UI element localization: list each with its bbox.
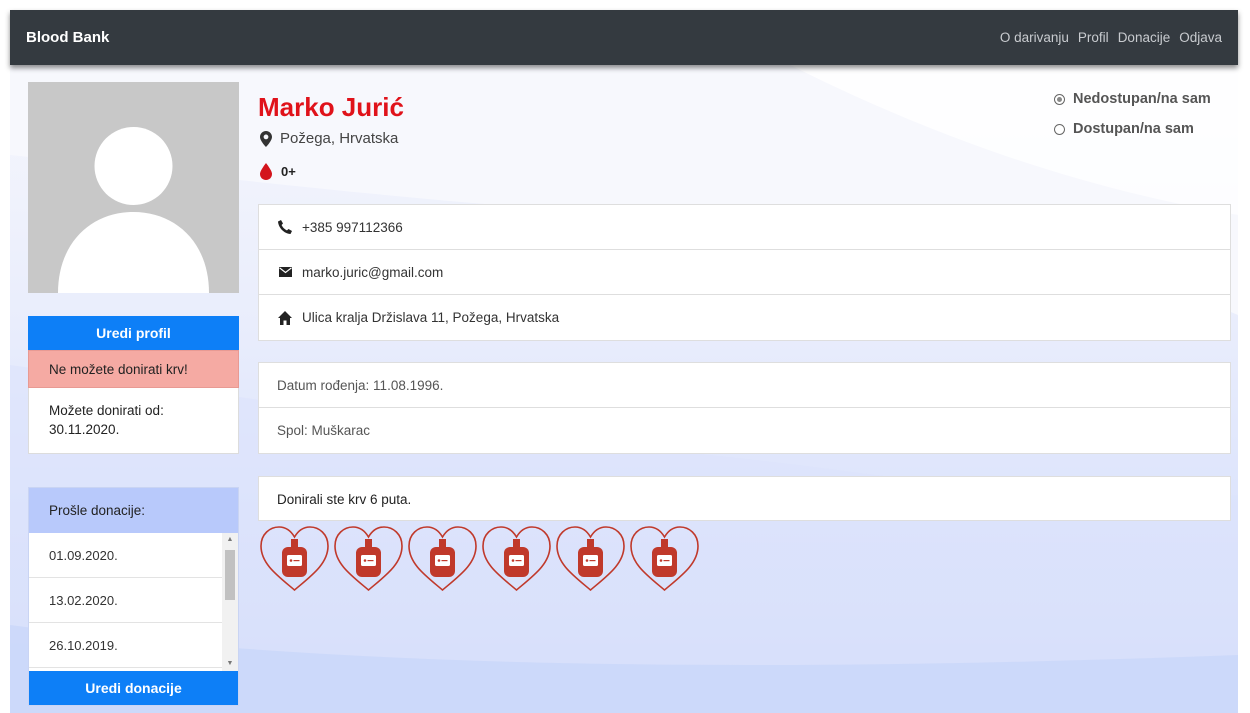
nav-link-o-darivanju[interactable]: O darivanju [1000, 30, 1069, 45]
radio-available[interactable]: Dostupan/na sam [1054, 118, 1211, 140]
heart-blood-bag-icon [628, 524, 701, 594]
contact-address-row: Ulica kralja Držislava 11, Požega, Hrvat… [259, 295, 1230, 340]
contact-phone-row: +385 997112366 [259, 205, 1230, 250]
address-text: Ulica kralja Držislava 11, Požega, Hrvat… [302, 310, 560, 325]
blood-drop-icon [258, 162, 274, 180]
nav-link-odjava[interactable]: Odjava [1179, 30, 1222, 45]
gender-row: Spol: Muškarac [277, 423, 371, 438]
past-donations-card: Prošle donacije: 01.09.2020. 13.02.2020.… [28, 487, 239, 706]
profile-status-card: Uredi profil Ne možete donirati krv! Mož… [28, 316, 239, 454]
location-text: Požega, Hrvatska [280, 130, 399, 147]
profile-name: Marko Jurić [258, 92, 404, 122]
avatar [28, 82, 239, 293]
nav-link-profil[interactable]: Profil [1078, 30, 1109, 45]
brand-logo[interactable]: Blood Bank [26, 29, 109, 46]
list-item[interactable]: 26.10.2019. [29, 623, 224, 668]
radio-unavailable[interactable]: Nedostupan/na sam [1054, 88, 1211, 110]
scroll-up-arrow-icon[interactable]: ▲ [222, 533, 238, 547]
envelope-icon [277, 264, 293, 280]
can-donate-from-text: Možete donirati od: 30.11.2020. [28, 388, 239, 454]
phone-text: +385 997112366 [302, 219, 403, 235]
past-donations-title: Prošle donacije: [29, 488, 238, 533]
top-navbar: Blood Bank O darivanju Profil Donacije O… [10, 10, 1238, 65]
list-item[interactable]: 13.02.2020. [29, 578, 224, 623]
heart-blood-bag-icon [480, 524, 553, 594]
nav-links: O darivanju Profil Donacije Odjava [1000, 30, 1222, 45]
profile-location: Požega, Hrvatska [258, 130, 398, 147]
radio-button-checked[interactable] [1054, 93, 1065, 105]
email-text: marko.juric@gmail.com [302, 264, 444, 280]
contact-list: +385 997112366 marko.juric@gmail.com Uli… [258, 204, 1231, 341]
availability-radio-group: Nedostupan/na sam Dostupan/na sam [1054, 88, 1211, 148]
heart-blood-bag-icon [406, 524, 479, 594]
radio-label: Dostupan/na sam [1073, 121, 1194, 137]
heart-blood-bag-icon [332, 524, 405, 594]
map-pin-icon [258, 130, 274, 147]
blood-type: 0+ [258, 162, 296, 180]
scrollbar[interactable]: ▲ ▼ [222, 533, 238, 671]
birth-date-row: Datum rođenja: 11.08.1996. [259, 363, 1230, 408]
user-silhouette-icon [28, 82, 239, 293]
donation-count-text: Donirali ste krv 6 puta. [258, 476, 1231, 521]
contact-email-row: marko.juric@gmail.com [259, 250, 1230, 295]
past-donations-list: 01.09.2020. 13.02.2020. 26.10.2019. ▲ ▼ [29, 533, 238, 671]
home-icon [277, 310, 293, 326]
edit-donations-button[interactable]: Uredi donacije [29, 671, 238, 705]
phone-icon [277, 219, 293, 235]
radio-button[interactable] [1054, 123, 1065, 135]
heart-blood-bag-icon [258, 524, 331, 594]
blood-type-value: 0+ [281, 163, 296, 179]
cannot-donate-alert: Ne možete donirati krv! [28, 350, 239, 388]
heart-blood-bag-icon [554, 524, 627, 594]
edit-profile-button[interactable]: Uredi profil [28, 316, 239, 350]
radio-label: Nedostupan/na sam [1073, 91, 1211, 107]
donation-hearts [258, 524, 701, 594]
details-list: Datum rođenja: 11.08.1996. Spol: Muškara… [258, 362, 1231, 454]
nav-link-donacije[interactable]: Donacije [1118, 30, 1171, 45]
scroll-thumb[interactable] [225, 550, 235, 600]
list-item[interactable]: 01.09.2020. [29, 533, 224, 578]
scroll-down-arrow-icon[interactable]: ▼ [222, 657, 238, 671]
